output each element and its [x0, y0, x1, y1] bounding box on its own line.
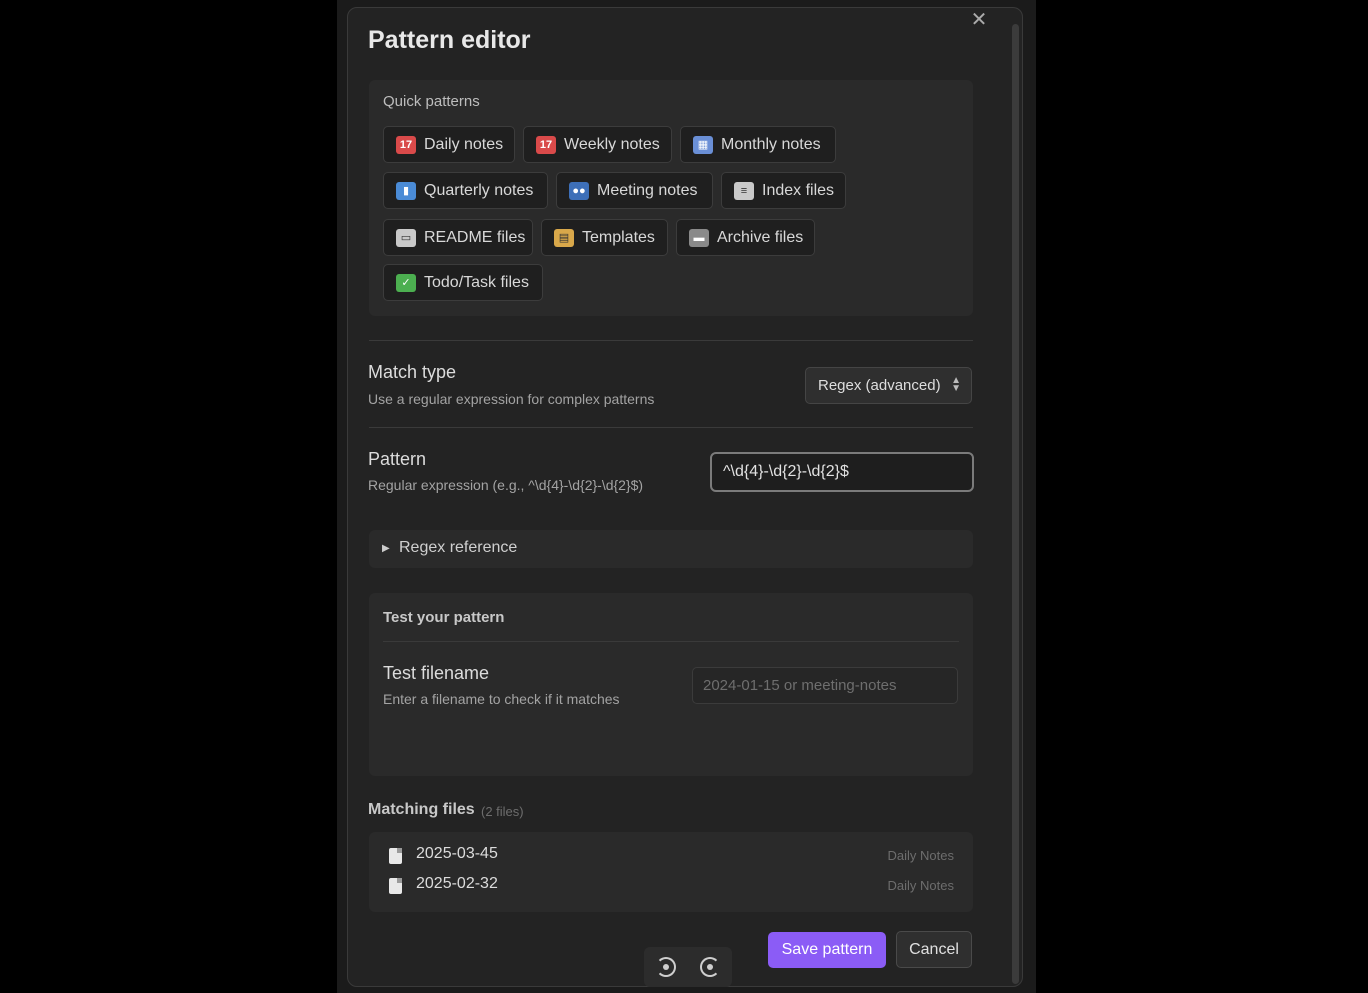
chip-quarterly-notes[interactable]: ▮ Quarterly notes — [383, 172, 548, 209]
pattern-input[interactable] — [710, 452, 974, 492]
match-type-description: Use a regular expression for complex pat… — [368, 391, 655, 407]
undo-icon[interactable] — [656, 957, 676, 977]
people-icon: ●● — [569, 181, 589, 200]
spiral-calendar-icon: ▦ — [693, 135, 713, 154]
bookmark-tabs-icon: ≡ — [734, 181, 754, 200]
divider — [369, 340, 973, 341]
card-file-box-icon: ▬ — [689, 228, 709, 247]
pattern-description: Regular expression (e.g., ^\d{4}-\d{2}-\… — [368, 477, 644, 493]
bar-chart-icon: ▮ — [396, 181, 416, 200]
chip-label: Quarterly notes — [424, 181, 534, 199]
test-section-label: Test your pattern — [383, 609, 505, 626]
history-controls — [644, 947, 732, 987]
save-pattern-button[interactable]: Save pattern — [768, 932, 886, 968]
file-icon — [389, 848, 402, 864]
chevron-up-down-icon: ▲ ▼ — [951, 375, 961, 394]
triangle-right-icon: ▶ — [382, 543, 390, 554]
chip-weekly-notes[interactable]: 17 Weekly notes — [523, 126, 672, 163]
chip-index-files[interactable]: ≡ Index files — [721, 172, 846, 209]
chip-todo-task-files[interactable]: ✓ Todo/Task files — [383, 264, 543, 301]
quick-patterns-label: Quick patterns — [383, 93, 480, 110]
chip-label: Meeting notes — [597, 181, 698, 199]
match-type-select[interactable]: Regex (advanced) ▲ ▼ — [805, 367, 972, 404]
divider — [369, 427, 973, 428]
chip-label: Weekly notes — [564, 135, 660, 153]
chip-monthly-notes[interactable]: ▦ Monthly notes — [680, 126, 836, 163]
chip-label: Templates — [582, 228, 655, 246]
chip-templates[interactable]: ▤ Templates — [541, 219, 668, 256]
check-mark-icon: ✓ — [396, 273, 416, 292]
regex-reference-label: Regex reference — [399, 539, 518, 556]
modal-title: Pattern editor — [368, 26, 531, 54]
clipboard-icon: ▤ — [554, 228, 574, 247]
redo-icon[interactable] — [700, 957, 720, 977]
file-icon — [389, 878, 402, 894]
chip-label: Index files — [762, 181, 835, 199]
pattern-name: Pattern — [368, 449, 427, 469]
scrollbar[interactable] — [1012, 24, 1019, 984]
test-filename-input[interactable] — [692, 667, 958, 704]
file-row[interactable]: 2025-03-45 Daily Notes — [369, 841, 973, 869]
chip-label: README files — [424, 228, 526, 246]
select-value: Regex (advanced) — [818, 377, 941, 394]
chip-label: Daily notes — [424, 135, 504, 153]
test-pattern-section: Test your pattern Test filename Enter a … — [369, 593, 973, 776]
pattern-editor-modal: ✕ Pattern editor Quick patterns 17 Daily… — [347, 7, 1023, 987]
file-row[interactable]: 2025-02-32 Daily Notes — [369, 871, 973, 899]
chip-daily-notes[interactable]: 17 Daily notes — [383, 126, 515, 163]
matching-files-list: 2025-03-45 Daily Notes 2025-02-32 Daily … — [369, 832, 973, 912]
test-filename-name: Test filename — [383, 663, 490, 683]
regex-reference-toggle[interactable]: ▶ Regex reference — [369, 530, 973, 568]
file-name: 2025-03-45 — [416, 845, 498, 862]
chip-label: Todo/Task files — [424, 273, 529, 291]
chip-label: Archive files — [717, 228, 804, 246]
close-icon[interactable]: ✕ — [968, 10, 990, 32]
divider — [383, 641, 959, 642]
match-type-name: Match type — [368, 362, 457, 382]
calendar-icon: 17 — [396, 135, 416, 154]
chip-readme-files[interactable]: ▭ README files — [383, 219, 533, 256]
cancel-button[interactable]: Cancel — [896, 931, 972, 968]
file-name: 2025-02-32 — [416, 875, 498, 892]
chip-archive-files[interactable]: ▬ Archive files — [676, 219, 815, 256]
quick-patterns-section: Quick patterns 17 Daily notes 17 Weekly … — [369, 80, 973, 316]
chip-label: Monthly notes — [721, 135, 821, 153]
calendar-icon: 17 — [536, 135, 556, 154]
chip-meeting-notes[interactable]: ●● Meeting notes — [556, 172, 713, 209]
file-folder: Daily Notes — [887, 848, 954, 863]
matching-files-count: (2 files) — [481, 804, 524, 819]
matching-files-label: Matching files — [368, 801, 475, 818]
open-book-icon: ▭ — [396, 228, 416, 247]
file-folder: Daily Notes — [887, 878, 954, 893]
test-filename-description: Enter a filename to check if it matches — [383, 691, 620, 707]
